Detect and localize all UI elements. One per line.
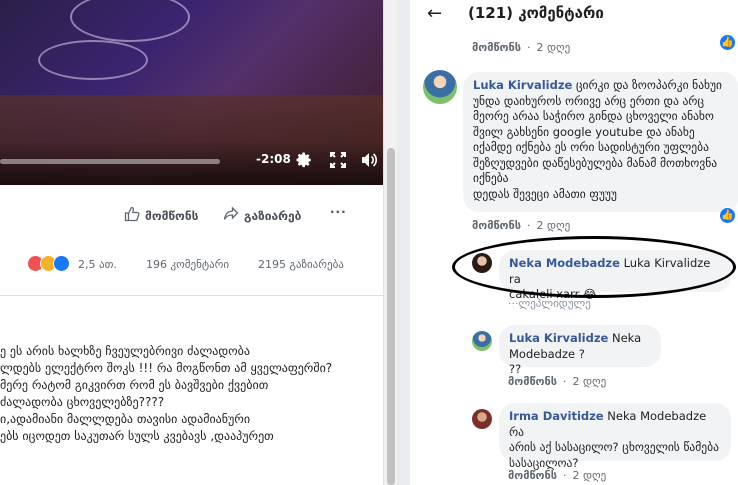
- video-time: -2:08: [256, 152, 291, 166]
- post-text-line: ებს იცოდეთ საკუთარ სულს კვებავს ,დააპურე…: [0, 429, 274, 443]
- comment-meta: მომწონს · 2 დღე: [472, 219, 570, 232]
- video-frame-ring: [38, 40, 148, 80]
- post-text-line: ი,ადამიანი მალლდება თავისი ადამიანური: [0, 412, 251, 426]
- comment-text-line: არის აქ სასაცილო? ცხოველის წამება: [509, 440, 719, 454]
- more-options-button[interactable]: ···: [330, 205, 347, 219]
- page-scrollbar[interactable]: [383, 0, 397, 485]
- thumbs-up-icon: [124, 206, 140, 225]
- comment-time[interactable]: 2 დღე: [573, 375, 607, 388]
- back-arrow-icon[interactable]: ←: [427, 3, 442, 24]
- comment-like-link[interactable]: მომწონს: [472, 219, 521, 232]
- dot-separator: ·: [527, 219, 531, 232]
- comment-meta: მომწონს · 2 დღე: [508, 469, 606, 482]
- comment-text-line: დედას შევეცი ამათი ფუუუ: [473, 186, 617, 201]
- like-reaction-icon: [53, 255, 70, 272]
- comment-meta: მომწონს · 2 დღე: [472, 41, 570, 54]
- fullscreen-icon[interactable]: [328, 150, 348, 170]
- comment-like-link[interactable]: მომწონს: [508, 469, 557, 482]
- reactions-row: 2,5 ათ. 196 კომენტარი 2195 გაზიარება: [0, 252, 383, 278]
- comment-time[interactable]: 2 დღე: [537, 219, 571, 232]
- like-badge-icon[interactable]: 👍: [719, 207, 736, 224]
- comment-bubble: Luka Kirvalidze Neka Modebadze ? ??: [499, 325, 661, 376]
- video-frame-ring: [70, 0, 190, 42]
- comment-text-line: ??: [509, 362, 522, 376]
- dot-separator: ·: [527, 41, 531, 54]
- post-text-line: ე ეს არის ხალხზე ჩვეულებრივი ძალადობა: [0, 344, 250, 358]
- highlight-ellipse: [452, 236, 736, 298]
- comment-author[interactable]: Irma Davitidze: [509, 409, 604, 423]
- post-text-line: ლდებს ელექტრო შოკს !!! რა მოგწონთ ამ ყვე…: [0, 361, 333, 375]
- post-text: ე ეს არის ხალხზე ჩვეულებრივი ძალადობა ლდ…: [0, 343, 383, 445]
- dot-separator: ·: [563, 469, 567, 482]
- comment-text-line: იქნება: [473, 171, 509, 185]
- comment-bubble: Luka Kirvalidze ცირკი და ზოოპარკი ნახუი …: [463, 72, 738, 212]
- comments-title: (121) კომენტარი: [468, 4, 604, 22]
- comment-meta: ···ლეპლიდულე: [508, 297, 591, 310]
- settings-icon[interactable]: [294, 150, 314, 170]
- scrollbar-thumb[interactable]: [387, 148, 395, 485]
- comment-text-line: უნდა დაიხუროს ორივე არც ერთი და არც: [473, 93, 705, 108]
- volume-icon[interactable]: [359, 150, 379, 170]
- avatar[interactable]: [472, 331, 492, 351]
- comment-text-line: მეორე არაა საჭირო გინდა ცხოველი ანახო: [473, 109, 714, 123]
- comment-text-line: იქამდე იქნება ეს ორი სადისტური უფლება: [473, 140, 709, 154]
- post-text-line: მერე რატომ გიკვირთ რომ ეს ბავშვები ქვები…: [0, 378, 269, 392]
- like-button[interactable]: მომწონს: [124, 206, 198, 225]
- comment-text-line: ცირკი და ზოოპარკი ნახუი: [575, 78, 722, 92]
- share-icon: [223, 206, 239, 225]
- comment-text-line: შეზღუდვები დაწესებულება მანამ მოთხოვნა: [473, 155, 718, 170]
- video-controls: -2:08: [0, 140, 383, 185]
- share-count[interactable]: 2195 გაზიარება: [258, 258, 344, 271]
- comment-like-link[interactable]: მომწონს: [508, 375, 557, 388]
- video-player[interactable]: -2:08: [0, 0, 383, 185]
- reaction-icons[interactable]: [27, 255, 70, 272]
- video-progress-bar[interactable]: [0, 159, 220, 164]
- dot-separator: ·: [563, 375, 567, 388]
- comment-like-link[interactable]: მომწონს: [472, 41, 521, 54]
- comment-text-line: სასაცილოა?: [509, 455, 579, 470]
- comment-bubble: Irma Davitidze Neka Modebadze რა არის აქ…: [499, 403, 731, 470]
- comment-author[interactable]: Luka Kirvalidze: [473, 78, 572, 92]
- facebook-video-viewer: -2:08 მომწონს გაზიარებ ··· 2,5 ათ. 196 კ…: [0, 0, 738, 485]
- share-label: გაზიარებ: [244, 208, 302, 223]
- avatar[interactable]: [423, 70, 457, 104]
- comment-count[interactable]: 196 კომენტარი: [146, 258, 229, 271]
- post-area: -2:08 მომწონს გაზიარებ ··· 2,5 ათ. 196 კ…: [0, 0, 383, 485]
- comment-author[interactable]: Luka Kirvalidze: [509, 331, 608, 345]
- comment-time[interactable]: 2 დღე: [573, 469, 607, 482]
- comment-like-link[interactable]: ···ლეპლიდულე: [508, 297, 591, 310]
- share-button[interactable]: გაზიარებ: [223, 206, 301, 225]
- avatar[interactable]: [472, 409, 492, 429]
- comment-meta: მომწონს · 2 დღე: [508, 375, 606, 388]
- post-text-line: ძალადობა ცხოველებზე????: [0, 395, 165, 409]
- post-action-bar: მომწონს გაზიარებ ···: [0, 202, 383, 232]
- comment-time[interactable]: 2 დღე: [537, 41, 571, 54]
- reaction-count[interactable]: 2,5 ათ.: [78, 258, 117, 271]
- divider: [0, 295, 383, 296]
- comments-header: ← (121) კომენტარი: [410, 0, 738, 26]
- like-badge-icon[interactable]: 👍: [719, 34, 736, 51]
- like-label: მომწონს: [145, 208, 199, 223]
- comment-text-line: შვილ გახსენი google youtube და ანახე: [473, 124, 695, 139]
